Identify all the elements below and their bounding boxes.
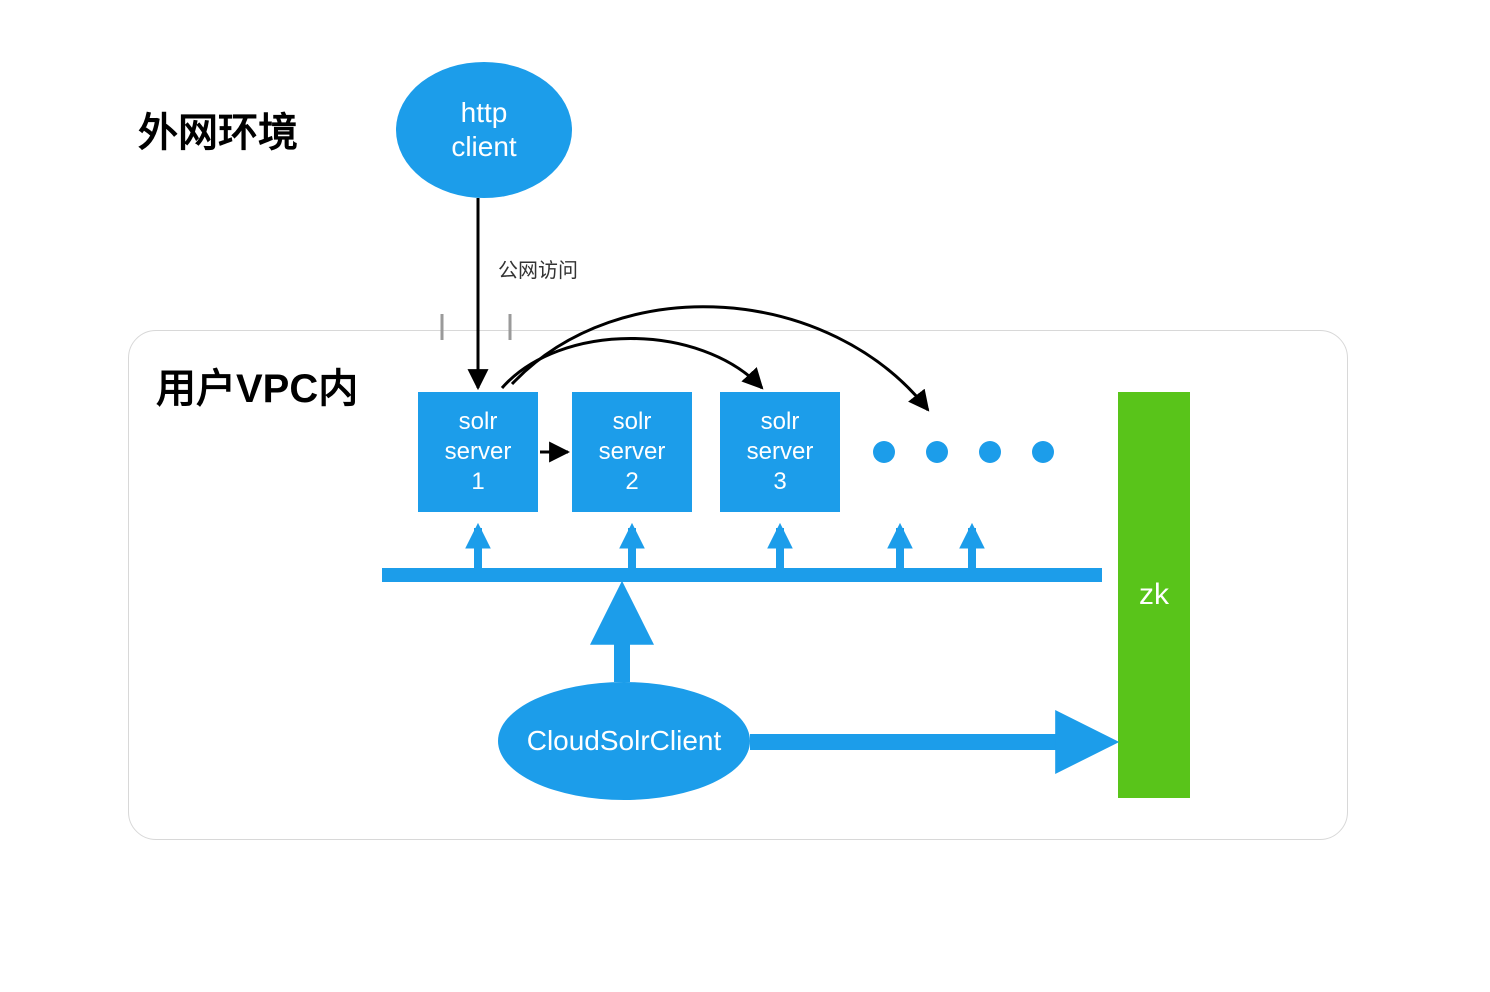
more-servers-dot [926,441,948,463]
bus-bar [382,568,1102,582]
solr-server-3-text: solr server 3 [747,407,814,497]
cloud-solr-client-text: CloudSolrClient [527,724,722,758]
solr-server-1-text: solr server 1 [445,407,512,497]
cloud-solr-client-node: CloudSolrClient [498,682,750,800]
solr-server-2: solr server 2 [572,392,692,512]
solr-server-2-text: solr server 2 [599,407,666,497]
external-env-label: 外网环境 [138,100,298,158]
more-servers-dot [873,441,895,463]
solr-server-3: solr server 3 [720,392,840,512]
more-servers-dot [1032,441,1054,463]
zk-node: zk [1118,392,1190,798]
public-access-label: 公网访问 [498,254,578,283]
user-vpc-label: 用户VPC内 [156,356,358,414]
http-client-node: http client [396,62,572,198]
more-servers-dot [979,441,1001,463]
zk-text: zk [1139,578,1169,612]
solr-server-1: solr server 1 [418,392,538,512]
http-client-text: http client [451,96,516,163]
